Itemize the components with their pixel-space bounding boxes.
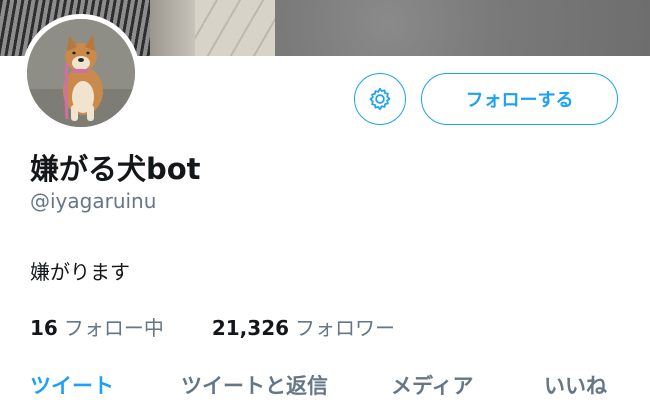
banner-road [275, 0, 650, 56]
gear-icon [369, 87, 391, 111]
tab-media[interactable]: メディア [391, 370, 474, 400]
tab-tweets-and-replies[interactable]: ツイートと返信 [181, 370, 328, 400]
display-name: 嫌がる犬bot [30, 152, 201, 186]
shiba-dog-avatar-image [27, 19, 135, 127]
followers-stat-link[interactable]: 21,326 フォロワー [212, 312, 395, 341]
followers-count: 21,326 [211, 316, 290, 340]
following-stat-link[interactable]: 16 フォロー中 [30, 312, 164, 341]
user-handle: @iyagaruinu [30, 189, 157, 213]
profile-bio: 嫌がります [30, 260, 130, 284]
banner-curb [150, 0, 195, 56]
banner-sidewalk [195, 0, 275, 56]
tab-likes[interactable]: いいね [544, 370, 607, 400]
profile-tabs: ツイート ツイートと返信 メディア いいね [0, 370, 650, 415]
follow-button[interactable]: フォローする [421, 73, 618, 125]
tab-tweets[interactable]: ツイート [30, 370, 114, 400]
following-count: 16 [30, 316, 58, 340]
avatar[interactable] [22, 14, 140, 132]
following-label: フォロー中 [63, 316, 164, 340]
profile-stats: 16 フォロー中 21,326 フォロワー [30, 312, 395, 341]
settings-button[interactable] [354, 73, 406, 125]
followers-label: フォロワー [295, 316, 396, 340]
